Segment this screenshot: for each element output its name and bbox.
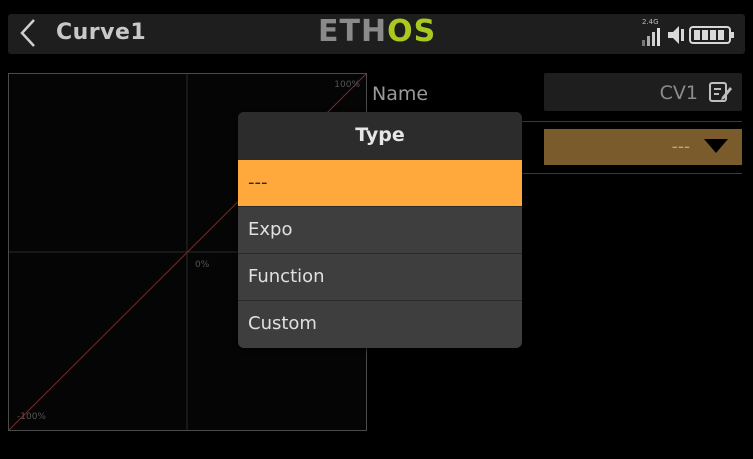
back-button[interactable] [14,16,44,50]
page-title: Curve1 [56,20,147,45]
option-none[interactable]: --- [238,160,522,206]
dropdown-arrow-icon [704,139,728,153]
graph-label-max: 100% [334,80,360,90]
edit-icon [709,82,732,102]
ethos-logo: ETHOS [318,14,437,49]
signal-bars-icon [642,28,660,46]
speaker-icon [668,26,684,44]
name-label: Name [372,83,429,105]
popup-title: Type [355,124,405,146]
option-custom[interactable]: Custom [238,300,522,347]
radio-band-label: 2.4G [642,18,659,26]
type-popup: Type --- Expo Function Custom [238,112,522,348]
chevron-left-icon [20,19,35,47]
option-function[interactable]: Function [238,253,522,300]
graph-label-min: -100% [17,412,46,422]
popup-header: Type [238,112,522,160]
status-icons: 2.4G [640,18,745,48]
type-field[interactable]: --- [544,129,742,165]
option-expo[interactable]: Expo [238,206,522,253]
top-bar: Curve1 ETHOS 2.4G [0,0,753,70]
name-field[interactable]: CV1 [544,73,742,111]
battery-icon [689,26,734,44]
graph-label-center: 0% [195,260,210,270]
name-value: CV1 [659,82,698,104]
type-value: --- [671,137,690,157]
